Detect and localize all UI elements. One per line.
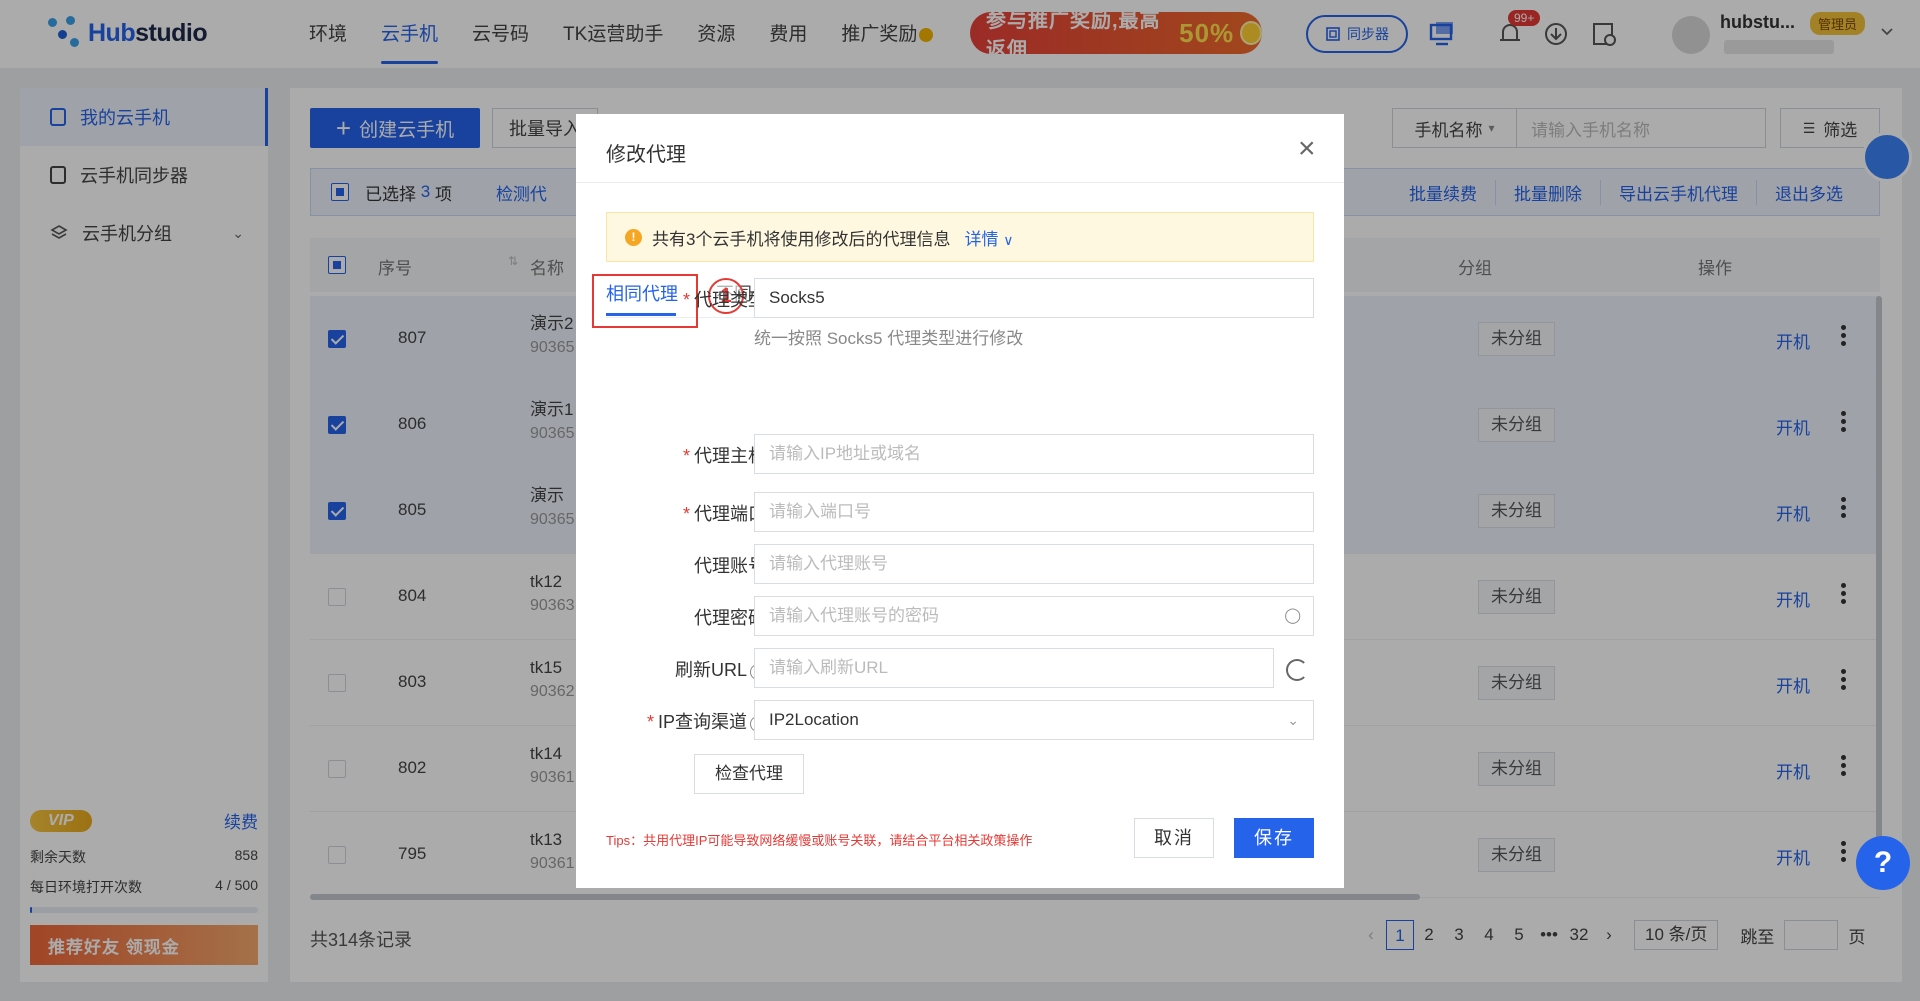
proxy-host-label: * 代理主机: [682, 446, 766, 466]
proxy-account-label: 代理账号: [694, 556, 766, 576]
proxy-type-hint: 统一按照 Socks5 代理类型进行修改: [754, 329, 1024, 348]
divider: [576, 182, 1344, 183]
refresh-url-input[interactable]: 请输入刷新URL: [754, 648, 1274, 688]
ip-channel-select[interactable]: IP2Location ⌄: [754, 700, 1314, 740]
proxy-password-input[interactable]: 请输入代理账号的密码 ◯: [754, 596, 1314, 636]
details-label: 详情: [964, 229, 999, 249]
ip-channel-label-text: IP查询渠道: [657, 712, 747, 732]
ip-channel-label: *IP查询渠道?: [606, 708, 766, 734]
help-chat-icon[interactable]: ?: [1856, 836, 1910, 890]
edit-proxy-dialog: 修改代理 × ! 共有3个云手机将使用修改后的代理信息 详情 ∨ 相同代理 不同…: [576, 114, 1344, 888]
proxy-password-label: 代理密码: [694, 608, 766, 628]
dialog-title: 修改代理: [606, 144, 686, 166]
cancel-button[interactable]: 取消: [1134, 818, 1214, 858]
refresh-icon[interactable]: [1286, 659, 1308, 681]
chevron-down-icon: ⌄: [1287, 712, 1299, 728]
proxy-type-label: * 代理类型: [682, 290, 766, 310]
warning-icon: !: [625, 228, 642, 246]
proxy-account-input[interactable]: 请输入代理账号: [754, 544, 1314, 584]
tips-text: Tips：共用代理IP可能导致网络缓慢或账号关联，请结合平台相关政策操作: [606, 833, 1033, 848]
chevron-down-icon: ∨: [1003, 231, 1014, 248]
check-proxy-button[interactable]: 检查代理: [694, 754, 804, 794]
proxy-host-input[interactable]: 请输入IP地址或域名: [754, 434, 1314, 474]
refresh-url-label: 刷新URL?: [606, 656, 766, 682]
close-icon[interactable]: ×: [1298, 134, 1316, 164]
save-button[interactable]: 保存: [1234, 818, 1314, 858]
eye-hidden-icon[interactable]: ◯: [1284, 597, 1301, 635]
proxy-port-label: * 代理端口: [682, 504, 766, 524]
proxy-port-input[interactable]: 请输入端口号: [754, 492, 1314, 532]
details-link[interactable]: 详情 ∨: [964, 225, 1013, 250]
proxy-type-field[interactable]: Socks5: [754, 278, 1314, 318]
refresh-url-label-text: 刷新URL: [674, 660, 747, 680]
notice-text: 共有3个云手机将使用修改后的代理信息: [652, 229, 951, 249]
proxy-password-placeholder: 请输入代理账号的密码: [769, 606, 939, 625]
proxy-notice: ! 共有3个云手机将使用修改后的代理信息 详情 ∨: [606, 212, 1314, 262]
ip-channel-value: IP2Location: [769, 710, 859, 729]
